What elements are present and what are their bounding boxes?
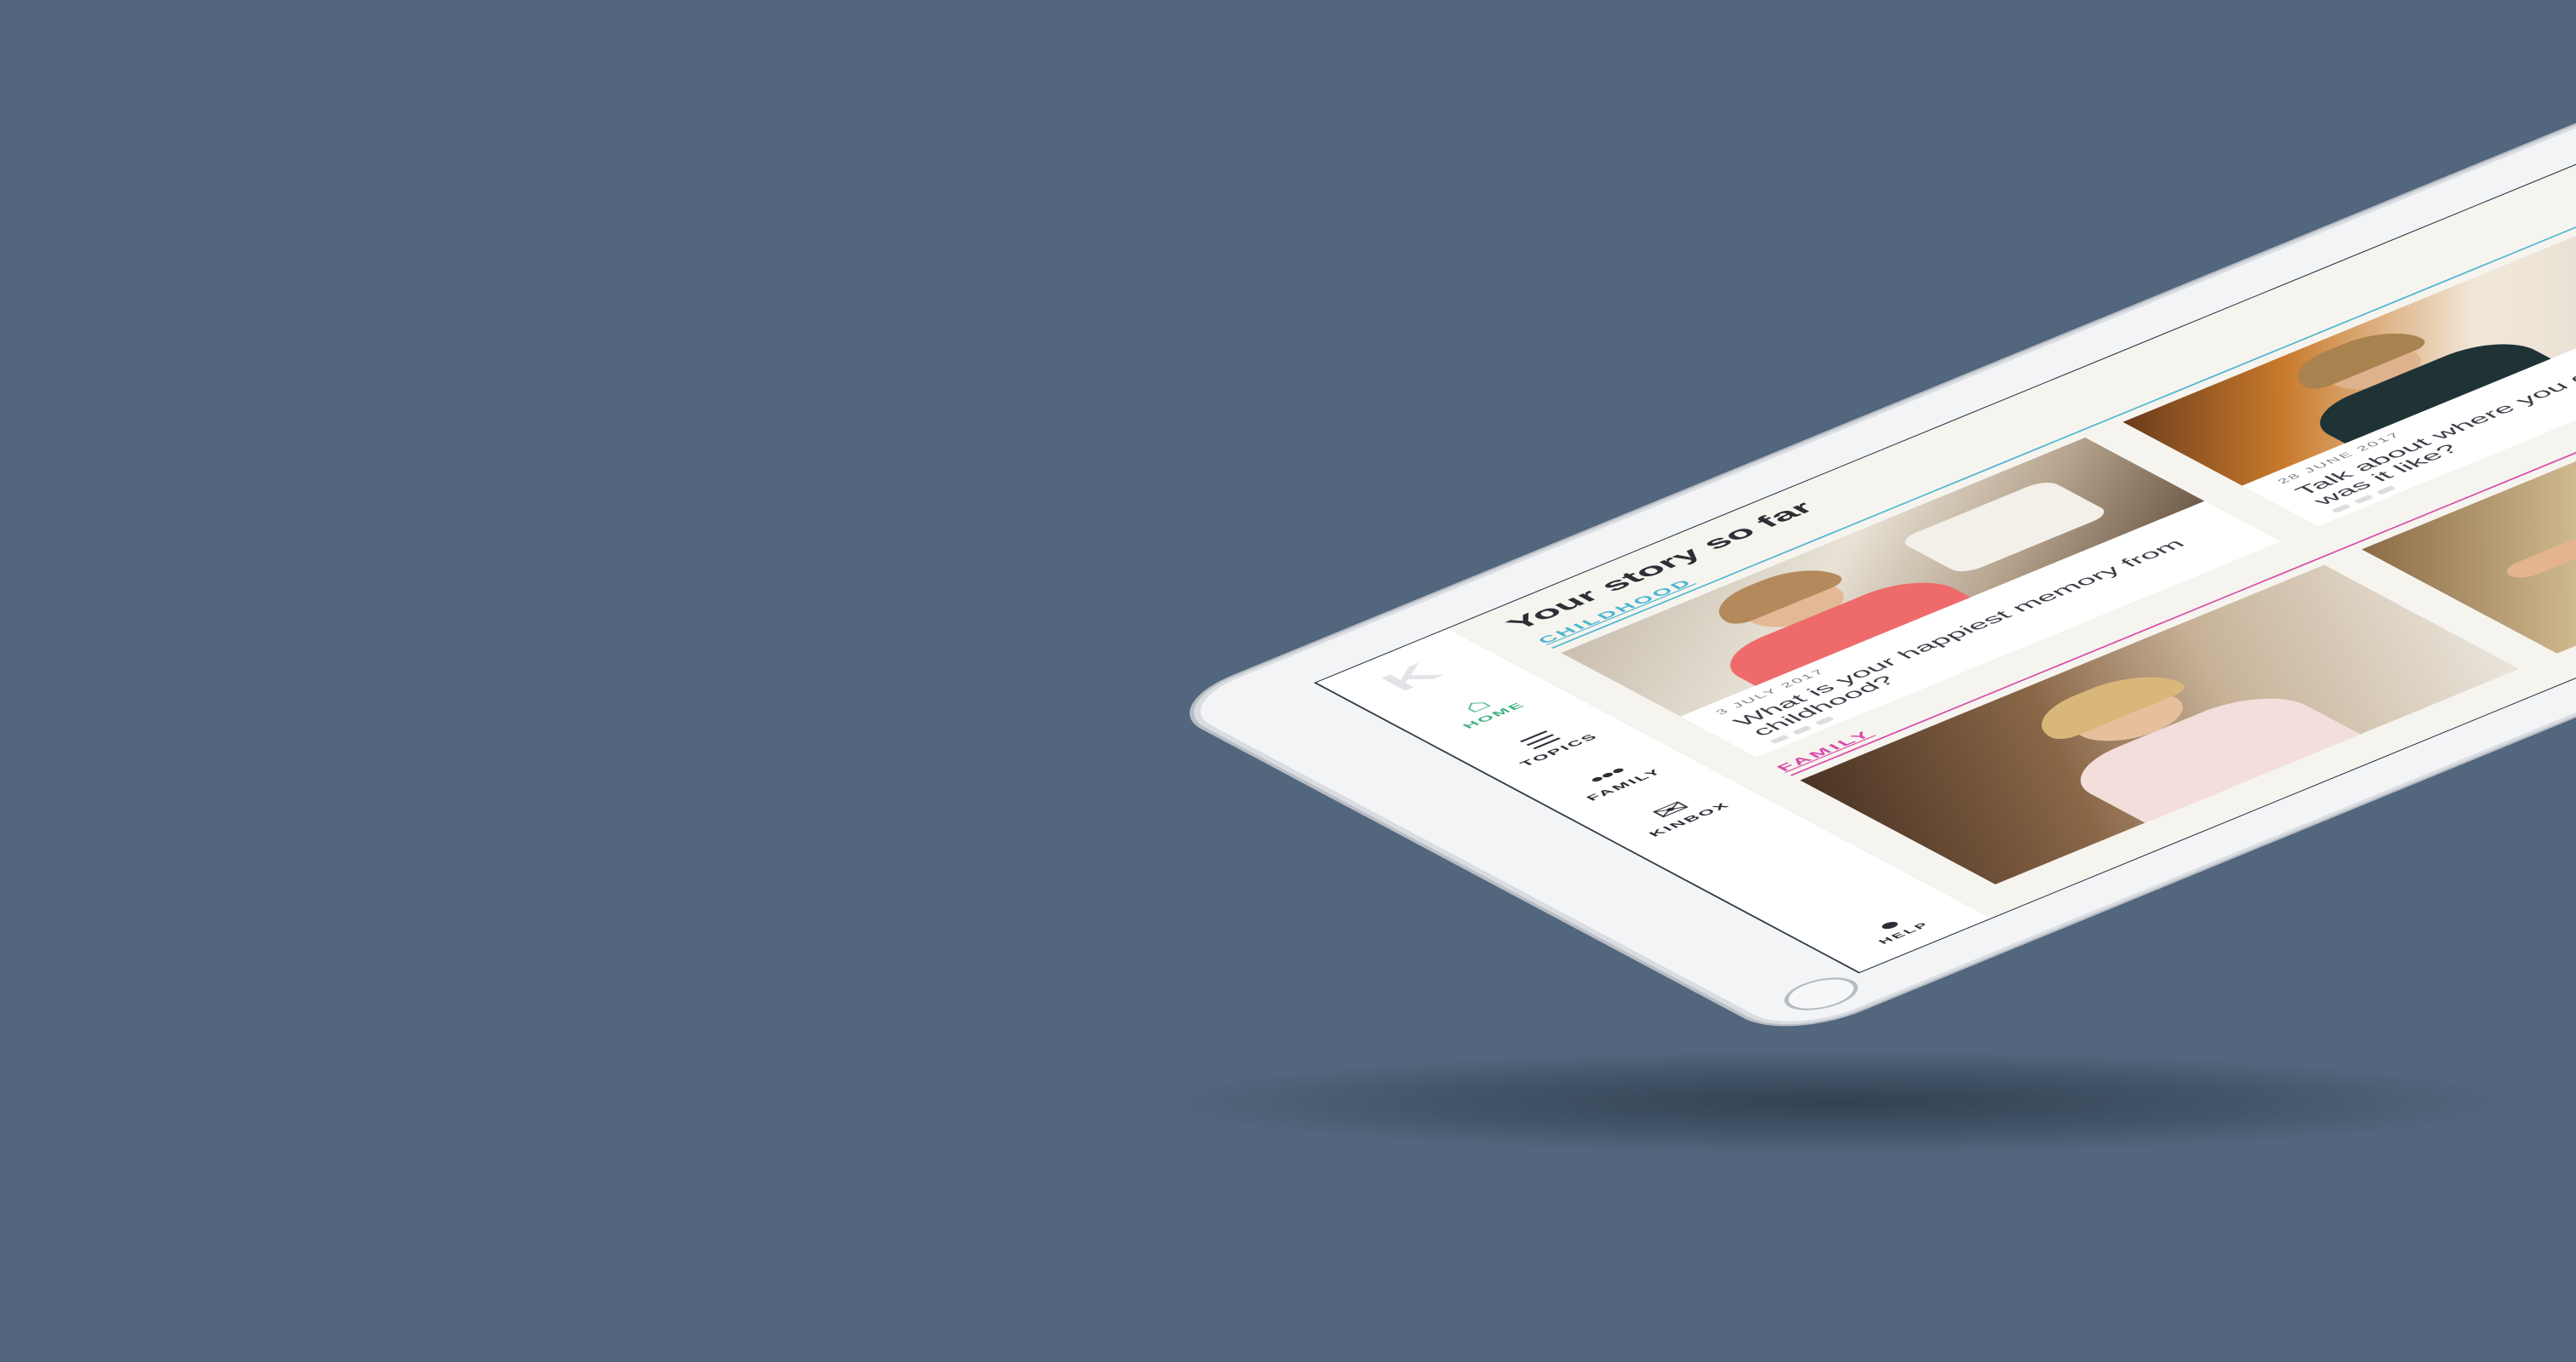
ipad-device: K ⌂ HOME ☰ TOPICS ●●● FAMILY ✉ KINBOX ● … — [1173, 89, 2576, 1035]
help-button[interactable]: ● HELP — [1846, 906, 1942, 949]
device-stage: K ⌂ HOME ☰ TOPICS ●●● FAMILY ✉ KINBOX ● … — [0, 0, 2576, 1362]
app-logo: K — [1369, 657, 1453, 697]
